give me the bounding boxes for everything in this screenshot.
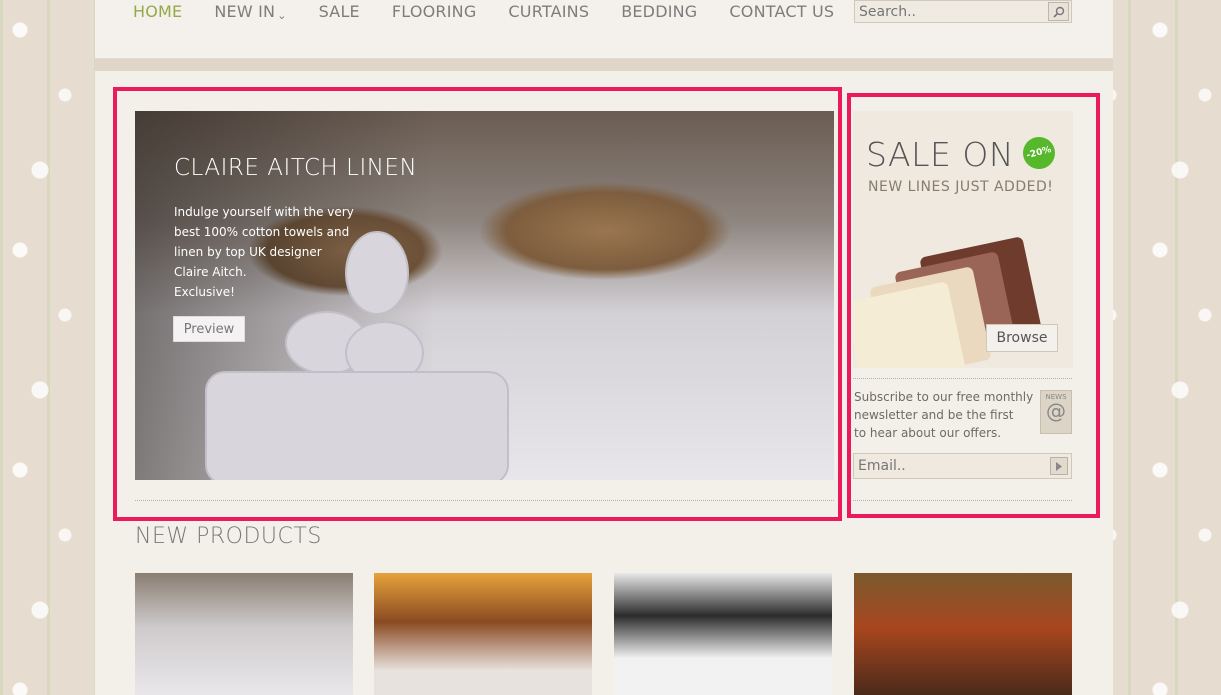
- product-image-towels[interactable]: [135, 573, 353, 695]
- product-image-black-white-bedding[interactable]: [614, 573, 832, 695]
- nav-curtains[interactable]: CURTAINS: [508, 2, 589, 22]
- search-icon[interactable]: [1048, 2, 1069, 21]
- nav-contact-us[interactable]: CONTACT US: [729, 2, 834, 22]
- search-input[interactable]: [855, 1, 1048, 22]
- highlight-box-sale: [847, 93, 1100, 518]
- nav-sale[interactable]: SALE: [319, 2, 360, 22]
- chevron-down-icon: ⌄: [277, 9, 287, 22]
- nav-flooring[interactable]: FLOORING: [392, 2, 477, 22]
- highlight-box-hero: [113, 87, 842, 521]
- product-image-bedroom[interactable]: [374, 573, 592, 695]
- search-box: [854, 0, 1072, 23]
- product-image-moroccan-cushions[interactable]: [854, 573, 1072, 695]
- new-products-title: NEW PRODUCTS: [135, 524, 322, 549]
- main-nav: HOME NEW IN ⌄ SALE FLOORING CURTAINS BEDD…: [133, 2, 866, 22]
- header-divider-strip: [95, 59, 1113, 71]
- nav-home[interactable]: HOME: [133, 2, 182, 22]
- nav-new-in-label: NEW IN: [214, 2, 276, 21]
- nav-new-in[interactable]: NEW IN ⌄: [214, 2, 286, 22]
- nav-bedding[interactable]: BEDDING: [621, 2, 697, 22]
